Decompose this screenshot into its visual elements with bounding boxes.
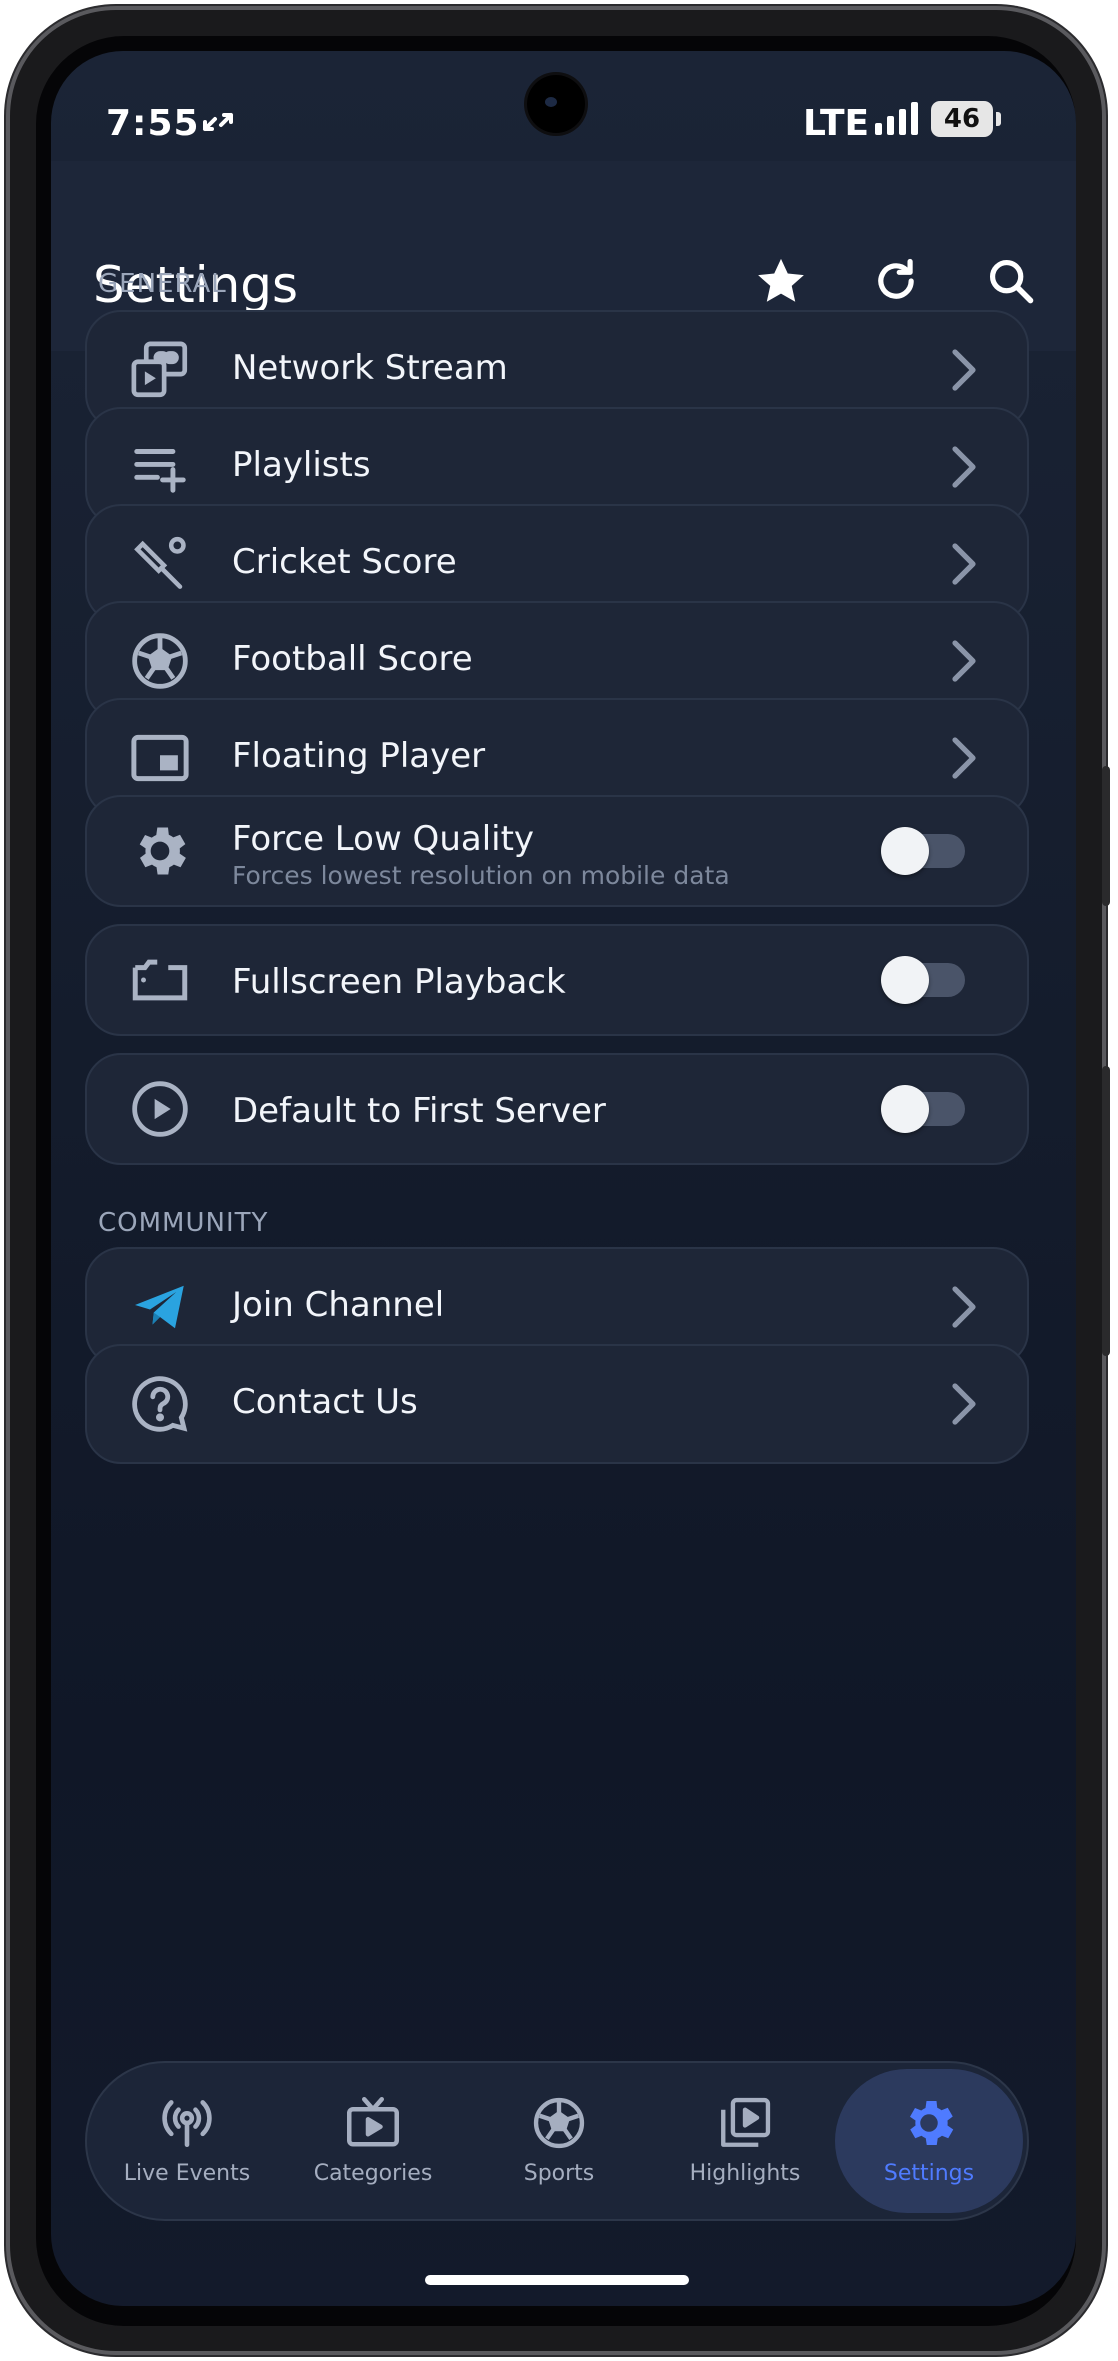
nav-label: Live Events [123,2161,251,2186]
star-icon [758,258,804,302]
signal-icon [873,101,921,141]
item-label: Default to First Server [232,1091,606,1131]
play-circle-icon [125,1074,195,1144]
phone-frame: 7:55 LTE 46 Settings GENERAL Network Str… [6,6,1110,2355]
section-general-header: GENERAL [98,269,227,299]
picture-in-picture-icon [125,723,195,793]
help-circle-icon [125,1369,195,1439]
volume-button [1102,766,1110,906]
chevron-right-icon [952,1286,976,1328]
item-label: Force Low Quality [232,819,535,859]
item-label: Join Channel [232,1285,445,1325]
gear-icon [125,816,195,886]
search-button[interactable] [976,246,1046,316]
playlist-add-icon [125,432,195,502]
front-camera [527,75,585,133]
item-label: Contact Us [232,1382,418,1422]
battery-icon: 46 [931,101,1001,137]
search-icon [989,259,1034,304]
item-label: Floating Player [232,736,486,776]
nav-label: Settings [883,2161,975,2186]
network-type: LTE [803,103,870,144]
refresh-button[interactable] [861,246,931,316]
toggle-knob [881,1085,929,1133]
chevron-right-icon [952,737,976,779]
nav-label: Highlights [689,2161,801,2186]
fullscreen-playback-toggle[interactable] [881,956,965,1004]
settings-item-contact-us[interactable]: Contact Us [85,1344,1029,1464]
section-community-header: COMMUNITY [98,1208,269,1238]
item-sublabel: Forces lowest resolution on mobile data [232,861,730,890]
tv-icon [343,2093,403,2153]
nav-tab-sports[interactable]: Sports [465,2063,653,2219]
chevron-right-icon [952,640,976,682]
nav-tab-settings[interactable]: Settings [835,2069,1023,2213]
favorites-button[interactable] [746,246,816,316]
bottom-navigation: Live Events Categories Sports Highlights… [85,2061,1029,2221]
football-icon [125,626,195,696]
default-first-server-toggle[interactable] [881,1085,965,1133]
screen: 7:55 LTE 46 Settings GENERAL Network Str… [51,51,1076,2306]
status-time: 7:55 [106,103,200,144]
item-label: Cricket Score [232,542,457,582]
network-stream-icon [125,335,195,405]
status-bar: 7:55 LTE 46 [51,51,1076,161]
video-library-icon [715,2093,775,2153]
nav-tab-categories[interactable]: Categories [279,2063,467,2219]
nav-label: Sports [523,2161,595,2186]
cricket-icon [125,529,195,599]
item-label: Football Score [232,639,473,679]
broadcast-icon [157,2093,217,2153]
football-icon [529,2093,589,2153]
settings-item-force-low-quality: Force Low Quality Forces lowest resoluti… [85,795,1029,907]
chevron-right-icon [952,1383,976,1425]
nav-tab-live-events[interactable]: Live Events [93,2063,281,2219]
power-button [1102,1066,1110,1356]
settings-item-fullscreen-playback: Fullscreen Playback [85,924,1029,1036]
telegram-icon [125,1272,195,1342]
settings-item-default-first-server: Default to First Server [85,1053,1029,1165]
chevron-right-icon [952,543,976,585]
chevron-right-icon [952,446,976,488]
refresh-icon [878,258,914,299]
chevron-right-icon [952,349,976,391]
home-indicator[interactable] [425,2275,689,2285]
item-label: Playlists [232,445,371,485]
battery-level: 46 [943,104,981,134]
fullscreen-icon [125,945,195,1015]
item-label: Network Stream [232,348,508,388]
data-transfer-icon [201,107,235,141]
item-label: Fullscreen Playback [232,962,566,1002]
nav-label: Categories [313,2161,433,2186]
toggle-knob [881,827,929,875]
gear-icon [899,2093,959,2153]
nav-tab-highlights[interactable]: Highlights [651,2063,839,2219]
force-low-quality-toggle[interactable] [881,827,965,875]
toggle-knob [881,956,929,1004]
